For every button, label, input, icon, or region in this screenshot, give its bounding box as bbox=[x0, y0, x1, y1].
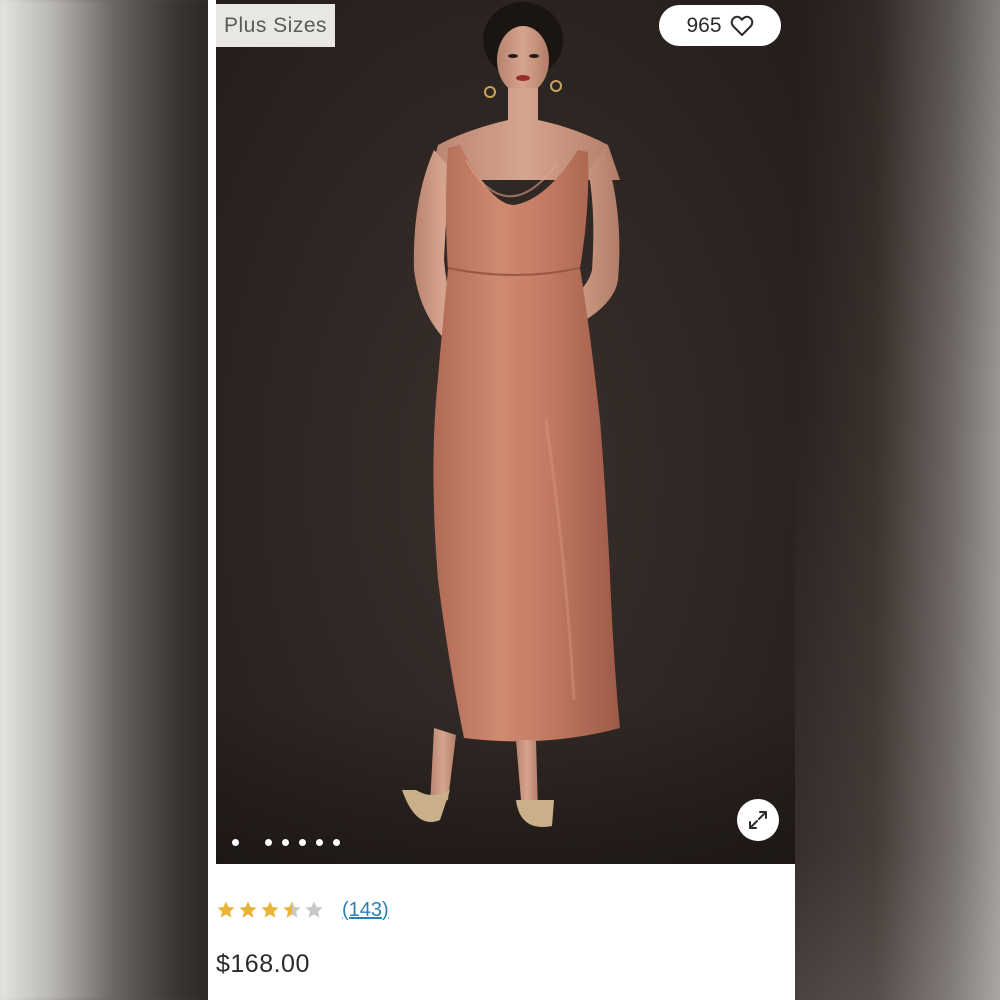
star-icon bbox=[217, 901, 235, 918]
favorite-count: 965 bbox=[686, 13, 722, 37]
gallery-dot[interactable] bbox=[282, 838, 289, 846]
gallery-dot[interactable] bbox=[316, 838, 323, 846]
star-icon bbox=[261, 901, 279, 918]
gallery-pagination bbox=[232, 837, 350, 847]
star-rating bbox=[216, 900, 324, 920]
expand-image-button[interactable] bbox=[737, 799, 779, 841]
expand-arrows-icon bbox=[749, 811, 767, 829]
product-photo bbox=[402, 2, 620, 827]
gallery-dot[interactable] bbox=[232, 838, 239, 846]
heart-outline-icon bbox=[730, 15, 753, 36]
product-rating: (143) bbox=[216, 897, 389, 923]
product-card: Plus Sizes 965 (143) $168.00 bbox=[208, 0, 795, 1000]
gallery-dot[interactable] bbox=[299, 838, 306, 846]
favorite-button[interactable]: 965 bbox=[659, 5, 781, 46]
gallery-dot[interactable] bbox=[333, 838, 340, 846]
plus-sizes-badge[interactable]: Plus Sizes bbox=[216, 4, 335, 47]
gallery-dot[interactable] bbox=[265, 838, 272, 846]
blurred-background-right bbox=[795, 0, 1000, 1000]
star-icon bbox=[239, 901, 257, 918]
reviews-link[interactable]: (143) bbox=[342, 899, 389, 922]
blurred-background-left bbox=[0, 0, 208, 1000]
star-icon bbox=[305, 901, 323, 918]
star-icon bbox=[283, 901, 301, 918]
product-price: $168.00 bbox=[216, 950, 310, 978]
product-image-gallery[interactable]: Plus Sizes 965 bbox=[216, 0, 795, 864]
